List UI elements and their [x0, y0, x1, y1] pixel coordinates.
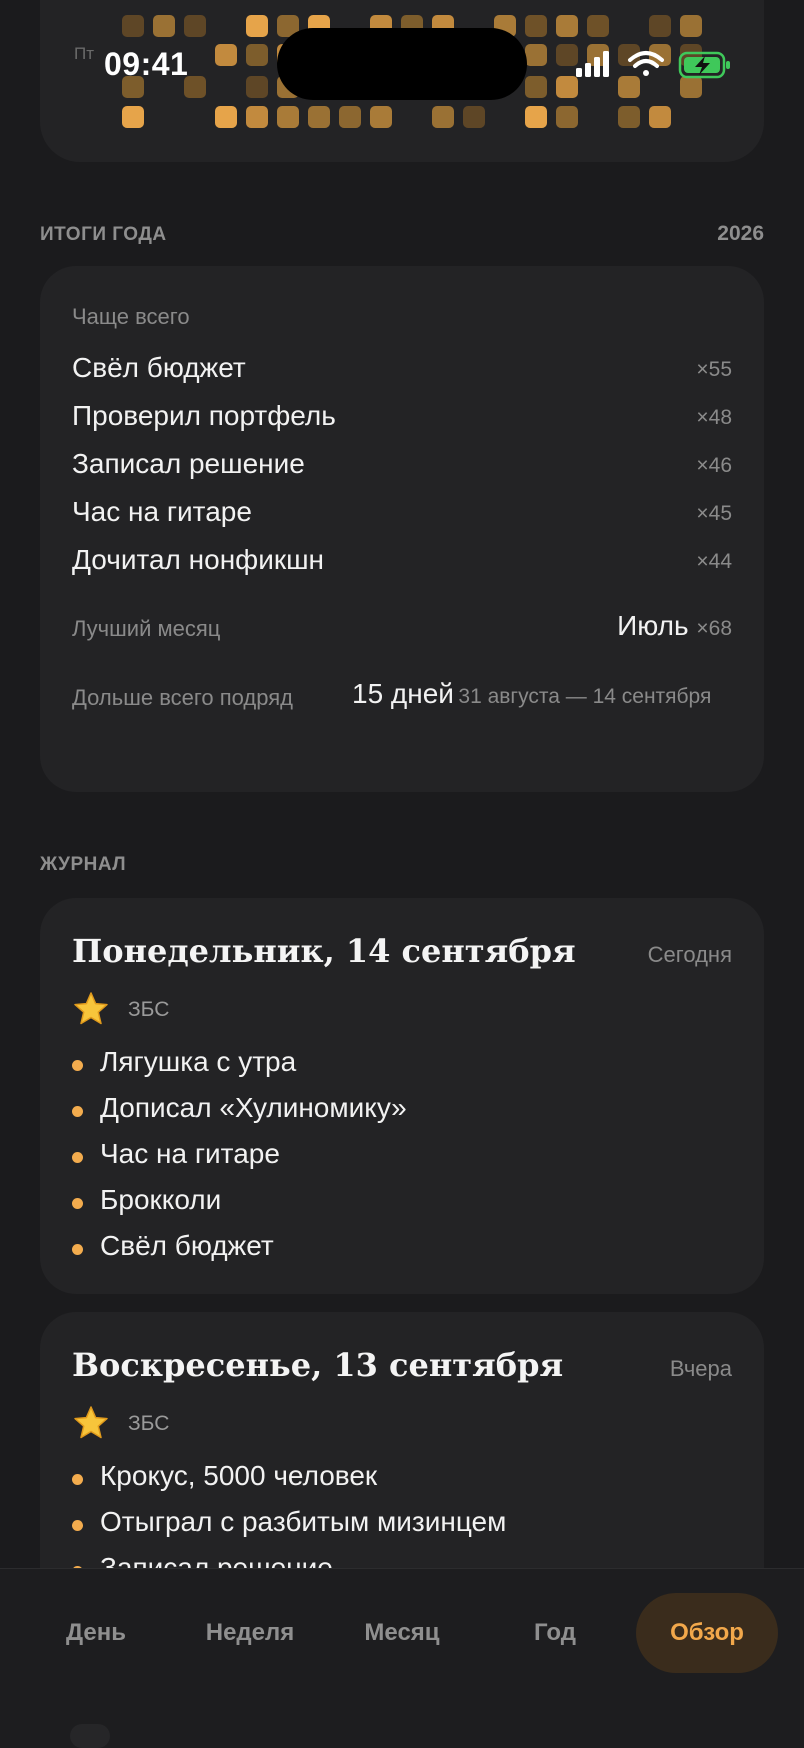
- heatmap-cell: [277, 106, 299, 128]
- entry-date-title: Воскресенье, 13 сентября: [72, 1346, 564, 1384]
- tab-month[interactable]: Месяц: [346, 1593, 458, 1673]
- streak-range: 31 августа — 14 сентября: [458, 685, 712, 708]
- entry-relative-date: Сегодня: [647, 942, 732, 967]
- heatmap-cell: [122, 106, 144, 128]
- best-month-name: Июль: [617, 610, 689, 641]
- most-often-label: Чаще всего: [72, 304, 190, 329]
- list-item: Отыграл с разбитым мизинцем: [72, 1506, 506, 1552]
- heatmap-cell: [153, 15, 175, 37]
- rating-label: ЗБС: [128, 998, 170, 1021]
- heatmap-cell: [525, 106, 547, 128]
- list-item: Брокколи: [72, 1184, 407, 1230]
- year-summary-card: Чаще всего Свёл бюджет ×55 Проверил порт…: [40, 266, 764, 792]
- journal-heading: ЖУРНАЛ: [40, 854, 127, 875]
- top-habit-row: Свёл бюджет ×55: [72, 352, 732, 392]
- heatmap-cell: [432, 106, 454, 128]
- top-habit-count: ×55: [696, 358, 732, 381]
- top-habit-row: Записал решение ×46: [72, 448, 732, 488]
- heatmap-cell: [184, 15, 206, 37]
- entry-date-title: Понедельник, 14 сентября: [72, 932, 576, 970]
- heatmap-cell: [370, 106, 392, 128]
- star-icon: [74, 1406, 108, 1439]
- top-habit-row: Дочитал нонфикшн ×44: [72, 544, 732, 584]
- heatmap-cell: [649, 15, 671, 37]
- tab-year[interactable]: Год: [500, 1593, 610, 1673]
- bottom-tab-bar: День Неделя Месяц Год Обзор: [0, 1568, 804, 1748]
- battery-charging-icon: [678, 51, 730, 79]
- top-habit-row: Проверил портфель ×48: [72, 400, 732, 440]
- heatmap-cell: [618, 106, 640, 128]
- top-habit-name: Записал решение: [72, 448, 305, 479]
- best-month-value: Июль ×68: [617, 610, 732, 642]
- heatmap-cell: [215, 44, 237, 66]
- tab-day[interactable]: День: [40, 1593, 152, 1673]
- heatmap-cell: [587, 15, 609, 37]
- entry-relative-date: Вчера: [669, 1356, 732, 1381]
- dynamic-island: [277, 28, 527, 100]
- top-habit-name: Проверил портфель: [72, 400, 336, 431]
- heatmap-cell: [246, 44, 268, 66]
- heatmap-cell: [339, 106, 361, 128]
- best-month-label: Лучший месяц: [72, 616, 221, 641]
- heatmap-cell: [649, 106, 671, 128]
- heatmap-cell: [556, 106, 578, 128]
- top-habit-name: Дочитал нонфикшн: [72, 544, 325, 575]
- heatmap-cell: [463, 106, 485, 128]
- heatmap-cell: [525, 15, 547, 37]
- top-habit-count: ×48: [696, 406, 732, 429]
- top-habit-name: Час на гитаре: [72, 496, 252, 527]
- year-value: 2026: [717, 222, 764, 245]
- status-time: 09:41: [104, 46, 189, 82]
- list-item: Свёл бюджет: [72, 1230, 407, 1276]
- heatmap-cell: [525, 76, 547, 98]
- signal-icon: [576, 51, 609, 77]
- heatmap-cell: [246, 76, 268, 98]
- list-item: Лягушка с утра: [72, 1046, 407, 1092]
- status-icons: [574, 48, 734, 82]
- top-habit-count: ×46: [696, 454, 732, 477]
- streak-label: Дольше всего подряд: [72, 685, 293, 710]
- app-screen: Пт 09:41 ИТОГИ ГОДА 2026 Чаще всего Свёл…: [0, 0, 804, 1748]
- entry-items-list: Лягушка с утра Дописал «Хулиномику» Час …: [72, 1046, 407, 1276]
- top-habit-name: Свёл бюджет: [72, 352, 246, 383]
- heatmap-cell: [680, 15, 702, 37]
- rating-label: ЗБС: [128, 1412, 170, 1435]
- heatmap-cell: [308, 106, 330, 128]
- tab-week[interactable]: Неделя: [190, 1593, 310, 1673]
- heatmap-cell: [246, 106, 268, 128]
- heatmap-cell: [215, 106, 237, 128]
- underlying-content-fragment: [70, 1724, 110, 1748]
- streak-days: 15 дней: [352, 678, 454, 709]
- heatmap-cell: [246, 15, 268, 37]
- top-habit-count: ×44: [696, 550, 732, 573]
- heatmap-cell: [525, 44, 547, 66]
- wifi-icon: [628, 51, 664, 76]
- list-item: Дописал «Хулиномику»: [72, 1092, 407, 1138]
- top-habit-row: Час на гитаре ×45: [72, 496, 732, 536]
- best-month-count: ×68: [696, 617, 732, 640]
- star-icon: [74, 992, 108, 1025]
- year-summary-heading: ИТОГИ ГОДА: [40, 224, 167, 245]
- journal-entry-card[interactable]: Понедельник, 14 сентября Сегодня ЗБС Ляг…: [40, 898, 764, 1294]
- tab-overview[interactable]: Обзор: [636, 1593, 778, 1673]
- list-item: Крокус, 5000 человек: [72, 1460, 506, 1506]
- streak-value: 15 дней 31 августа — 14 сентября: [352, 672, 712, 721]
- heatmap-cell: [122, 15, 144, 37]
- list-item: Час на гитаре: [72, 1138, 407, 1184]
- heatmap-cell: [556, 15, 578, 37]
- top-habit-count: ×45: [696, 502, 732, 525]
